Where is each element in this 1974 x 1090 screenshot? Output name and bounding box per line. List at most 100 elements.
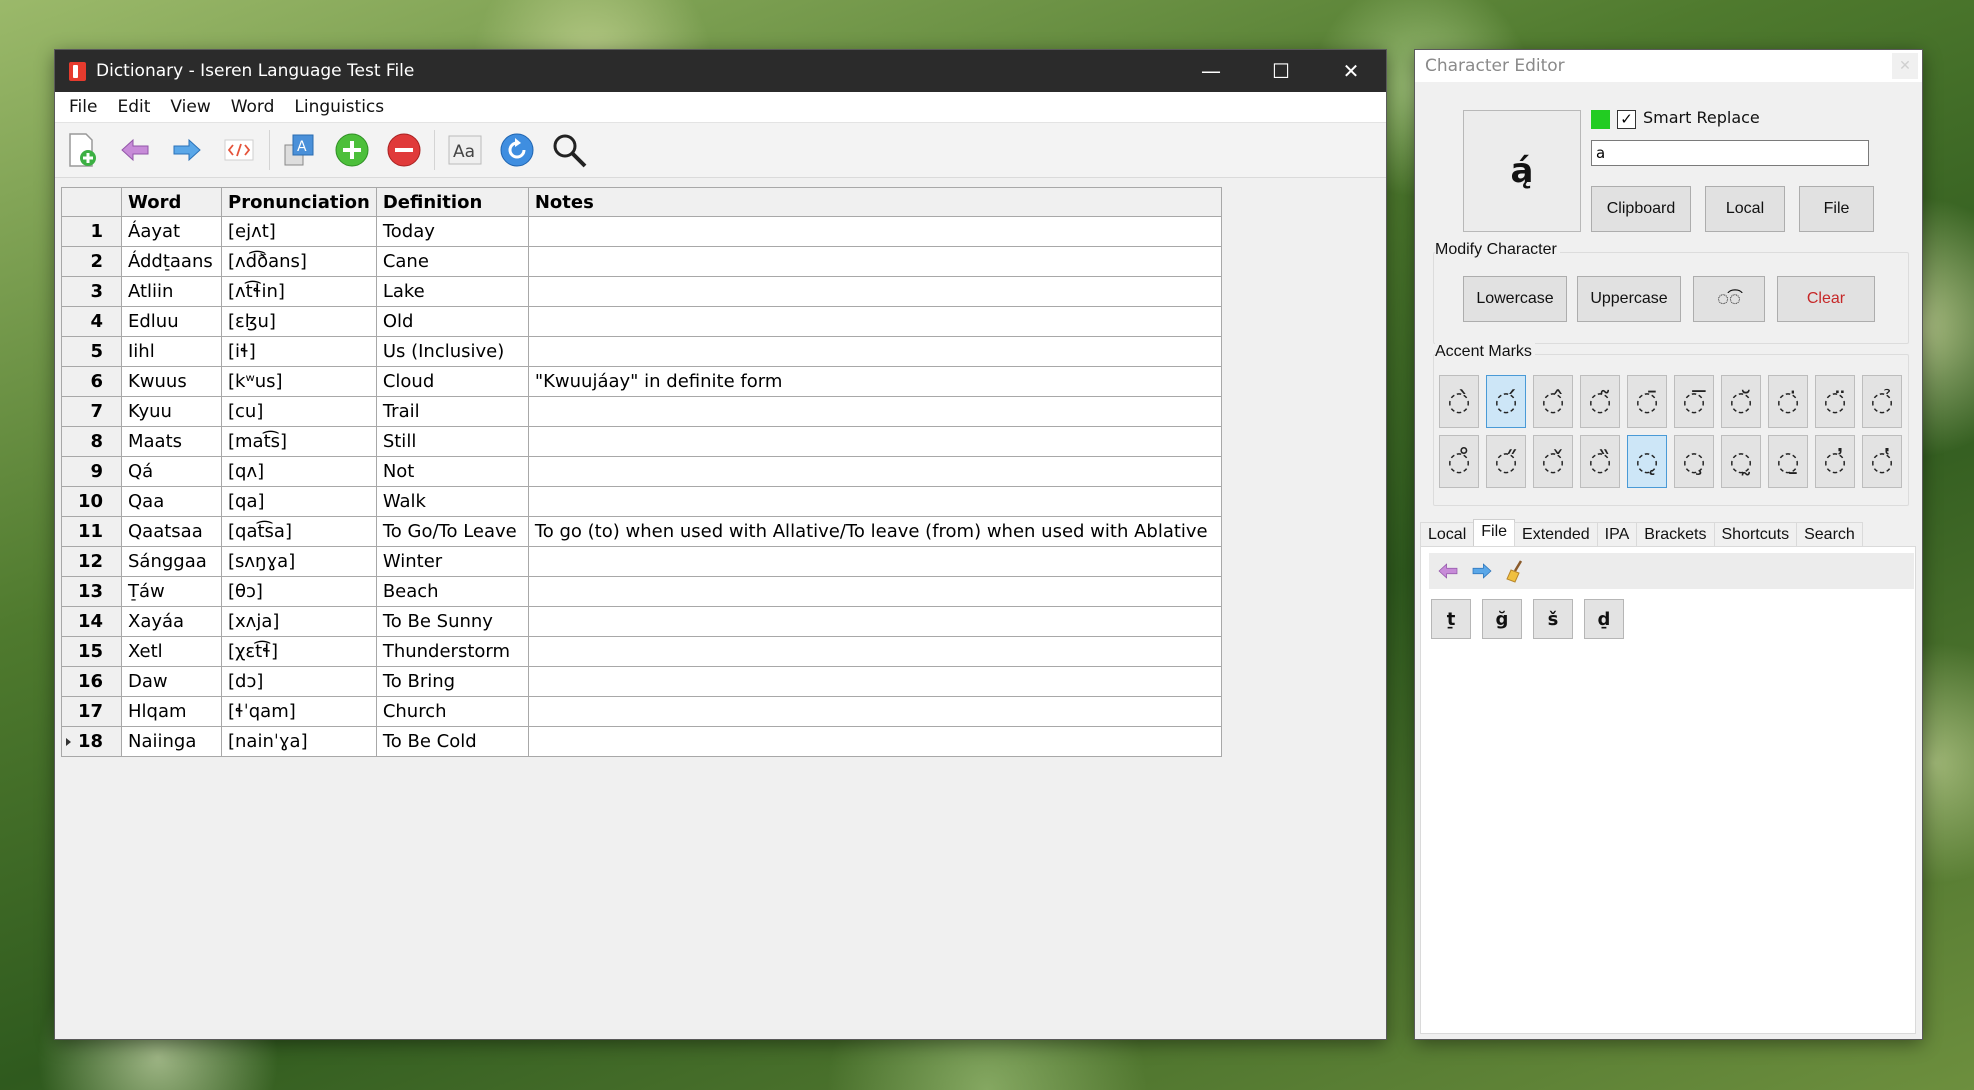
pronunciation-cell[interactable]: [θɔ] bbox=[221, 576, 377, 607]
column-header-notes[interactable]: Notes bbox=[527, 187, 1222, 217]
table-row[interactable]: 8 Maats [mat͡s] Still bbox=[61, 426, 1222, 457]
character-input[interactable] bbox=[1591, 140, 1869, 166]
row-number-cell[interactable]: 4 bbox=[61, 306, 122, 337]
table-row[interactable]: 9 Qá [qʌ] Not bbox=[61, 456, 1222, 487]
word-cell[interactable]: Xetl bbox=[121, 636, 222, 667]
row-number-cell[interactable]: 16 bbox=[61, 666, 122, 697]
table-row[interactable]: 3 Atliin [ʌt͡ɬin] Lake bbox=[61, 276, 1222, 307]
notes-cell[interactable] bbox=[527, 336, 1222, 367]
definition-cell[interactable]: Winter bbox=[375, 546, 529, 577]
table-row[interactable]: 18 Naiinga [nainˈɣa] To Be Cold bbox=[61, 726, 1222, 757]
notes-cell[interactable]: "Kwuujáay" in definite form bbox=[527, 366, 1222, 397]
notes-cell[interactable] bbox=[527, 666, 1222, 697]
table-row[interactable]: 17 Hlqam [ɬˈqam] Church bbox=[61, 696, 1222, 727]
accent-mark-button[interactable]: ◌̇ bbox=[1768, 375, 1808, 428]
tie-bar-button[interactable]: ◌͡◌ bbox=[1693, 276, 1765, 322]
pronunciation-cell[interactable]: [iɬ] bbox=[221, 336, 377, 367]
accent-mark-button[interactable]: ◌̃ bbox=[1580, 375, 1620, 428]
pronunciation-cell[interactable]: [qat͡sa] bbox=[221, 516, 377, 547]
notes-cell[interactable] bbox=[527, 486, 1222, 517]
notes-cell[interactable] bbox=[527, 396, 1222, 427]
table-row[interactable]: 5 Iihl [iɬ] Us (Inclusive) bbox=[61, 336, 1222, 367]
clipboard-button[interactable]: Clipboard bbox=[1591, 186, 1691, 232]
notes-cell[interactable] bbox=[527, 726, 1222, 757]
table-row[interactable]: 10 Qaa [qa] Walk bbox=[61, 486, 1222, 517]
file-button[interactable]: File bbox=[1799, 186, 1874, 232]
file-character-button[interactable]: t̠ bbox=[1431, 599, 1471, 639]
tab-search[interactable]: Search bbox=[1796, 522, 1863, 547]
accent-mark-button[interactable]: ◌̏ bbox=[1580, 435, 1620, 488]
accent-mark-button[interactable]: ◌̂ bbox=[1533, 375, 1573, 428]
accent-mark-button[interactable]: ◌̆ bbox=[1721, 375, 1761, 428]
pronunciation-cell[interactable]: [cu] bbox=[221, 396, 377, 427]
remove-button[interactable] bbox=[384, 130, 424, 170]
table-row[interactable]: 1 Áayat [ejʌt] Today bbox=[61, 216, 1222, 247]
file-clear-button[interactable] bbox=[1503, 558, 1529, 584]
definition-cell[interactable]: Old bbox=[375, 306, 529, 337]
pronunciation-cell[interactable]: [nainˈɣa] bbox=[221, 726, 377, 757]
table-row[interactable]: 12 Sánggaa [sʌŋɣa] Winter bbox=[61, 546, 1222, 577]
word-cell[interactable]: Atliin bbox=[121, 276, 222, 307]
file-character-button[interactable]: ğ bbox=[1482, 599, 1522, 639]
pronunciation-cell[interactable]: [ejʌt] bbox=[221, 216, 377, 247]
notes-cell[interactable] bbox=[527, 606, 1222, 637]
refresh-button[interactable] bbox=[497, 130, 537, 170]
pronunciation-cell[interactable]: [dɔ] bbox=[221, 666, 377, 697]
definition-cell[interactable]: Still bbox=[375, 426, 529, 457]
accent-mark-button[interactable]: ◌̰ bbox=[1721, 435, 1761, 488]
add-button[interactable] bbox=[332, 130, 372, 170]
notes-cell[interactable] bbox=[527, 306, 1222, 337]
table-row[interactable]: 13 T̠áw [θɔ] Beach bbox=[61, 576, 1222, 607]
row-number-cell[interactable]: 1 bbox=[61, 216, 122, 247]
definition-cell[interactable]: Beach bbox=[375, 576, 529, 607]
pronunciation-cell[interactable]: [ɬˈqam] bbox=[221, 696, 377, 727]
accent-mark-button[interactable]: ◌̨ bbox=[1627, 435, 1667, 488]
word-cell[interactable]: Iihl bbox=[121, 336, 222, 367]
word-cell[interactable]: Daw bbox=[121, 666, 222, 697]
column-header-index[interactable] bbox=[61, 187, 122, 217]
row-number-cell[interactable]: 15 bbox=[61, 636, 122, 667]
definition-cell[interactable]: Us (Inclusive) bbox=[375, 336, 529, 367]
word-cell[interactable]: Hlqam bbox=[121, 696, 222, 727]
table-row[interactable]: 11 Qaatsaa [qat͡sa] To Go/To Leave To go (to… bbox=[61, 516, 1222, 547]
row-number-cell[interactable]: 2 bbox=[61, 246, 122, 277]
row-number-cell[interactable]: 12 bbox=[61, 546, 122, 577]
pronunciation-cell[interactable]: [mat͡s] bbox=[221, 426, 377, 457]
word-cell[interactable]: T̠áw bbox=[121, 576, 222, 607]
definition-cell[interactable]: Walk bbox=[375, 486, 529, 517]
tab-brackets[interactable]: Brackets bbox=[1636, 522, 1715, 547]
row-number-cell[interactable]: 7 bbox=[61, 396, 122, 427]
file-character-button[interactable]: š bbox=[1533, 599, 1573, 639]
notes-cell[interactable] bbox=[527, 426, 1222, 457]
definition-cell[interactable]: To Be Sunny bbox=[375, 606, 529, 637]
back-button[interactable] bbox=[115, 130, 155, 170]
definition-cell[interactable]: Trail bbox=[375, 396, 529, 427]
pronunciation-cell[interactable]: [ɛɮu] bbox=[221, 306, 377, 337]
accent-mark-button[interactable]: ◌̌ bbox=[1533, 435, 1573, 488]
accent-mark-button[interactable]: ◌̈ bbox=[1815, 375, 1855, 428]
word-cell[interactable]: Edluu bbox=[121, 306, 222, 337]
add-entry-button[interactable] bbox=[63, 130, 103, 170]
table-row[interactable]: 16 Daw [dɔ] To Bring bbox=[61, 666, 1222, 697]
pronunciation-cell[interactable]: [ʌd͡ðans] bbox=[221, 246, 377, 277]
menu-linguistics[interactable]: Linguistics bbox=[284, 97, 394, 117]
text-case-button[interactable]: Aa bbox=[445, 130, 485, 170]
definition-cell[interactable]: To Go/To Leave bbox=[375, 516, 529, 547]
column-header-pronunciation[interactable]: Pronunciation bbox=[221, 187, 377, 217]
forward-button[interactable] bbox=[167, 130, 207, 170]
word-cell[interactable]: Kyuu bbox=[121, 396, 222, 427]
clear-button[interactable]: Clear bbox=[1777, 276, 1875, 322]
pronunciation-cell[interactable]: [xʌja] bbox=[221, 606, 377, 637]
pronunciation-cell[interactable]: [χɛt͡ɬ] bbox=[221, 636, 377, 667]
definition-cell[interactable]: Church bbox=[375, 696, 529, 727]
tab-file[interactable]: File bbox=[1473, 519, 1516, 547]
notes-cell[interactable] bbox=[527, 216, 1222, 247]
accent-mark-button[interactable]: ◌́ bbox=[1486, 375, 1526, 428]
accent-mark-button[interactable]: ◌̉ bbox=[1862, 375, 1902, 428]
definition-cell[interactable]: To Bring bbox=[375, 666, 529, 697]
row-number-cell[interactable]: 8 bbox=[61, 426, 122, 457]
word-cell[interactable]: Maats bbox=[121, 426, 222, 457]
accent-mark-button[interactable]: ◌̔ bbox=[1862, 435, 1902, 488]
definition-cell[interactable]: Thunderstorm bbox=[375, 636, 529, 667]
tab-ipa[interactable]: IPA bbox=[1596, 522, 1638, 547]
